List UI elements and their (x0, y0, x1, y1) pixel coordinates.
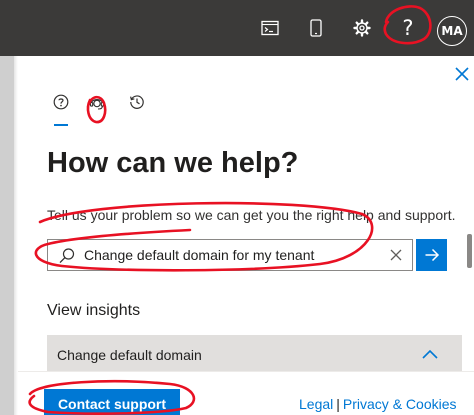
avatar-initials: MA (441, 24, 463, 38)
mobile-icon[interactable] (300, 12, 332, 44)
history-icon (130, 95, 144, 109)
scrollbar-thumb[interactable] (467, 234, 472, 268)
search-box[interactable] (47, 239, 413, 271)
privacy-link[interactable]: Privacy & Cookies (343, 396, 457, 412)
tab-history[interactable] (124, 94, 150, 128)
helper-text: Tell us your problem so we can get you t… (47, 207, 456, 223)
tab-help[interactable] (48, 94, 74, 128)
contact-support-button[interactable]: Contact support (44, 389, 180, 415)
insight-title: Change default domain (57, 347, 202, 363)
close-button[interactable] (450, 62, 474, 86)
search-input[interactable] (84, 240, 380, 270)
link-separator: | (336, 396, 340, 412)
top-app-bar: ? MA (0, 0, 474, 56)
help-glyph: ? (402, 16, 414, 40)
page-title: How can we help? (47, 147, 299, 179)
clear-icon[interactable] (388, 247, 404, 263)
panel-footer: Contact support Legal | Privacy & Cookies (18, 371, 474, 415)
legal-link[interactable]: Legal (299, 396, 333, 412)
agent-icon (89, 99, 105, 110)
help-icon[interactable]: ? (392, 12, 424, 44)
insights-heading: View insights (47, 302, 141, 319)
arrow-right-icon (425, 248, 439, 262)
search-submit-button[interactable] (416, 239, 447, 271)
help-panel: How can we help? Tell us your problem so… (18, 56, 474, 415)
help-circle-icon (53, 94, 69, 110)
footer-links: Legal | Privacy & Cookies (299, 396, 457, 412)
tab-agent[interactable] (84, 94, 110, 128)
active-tab-indicator (54, 124, 68, 126)
chevron-up-icon (421, 347, 439, 365)
background-page (0, 56, 14, 415)
insight-accordion[interactable]: Change default domain (47, 335, 462, 375)
terminal-icon[interactable] (254, 12, 286, 44)
close-icon (455, 67, 469, 81)
gear-icon[interactable] (346, 12, 378, 44)
search-icon (58, 247, 76, 270)
avatar[interactable]: MA (437, 16, 467, 46)
